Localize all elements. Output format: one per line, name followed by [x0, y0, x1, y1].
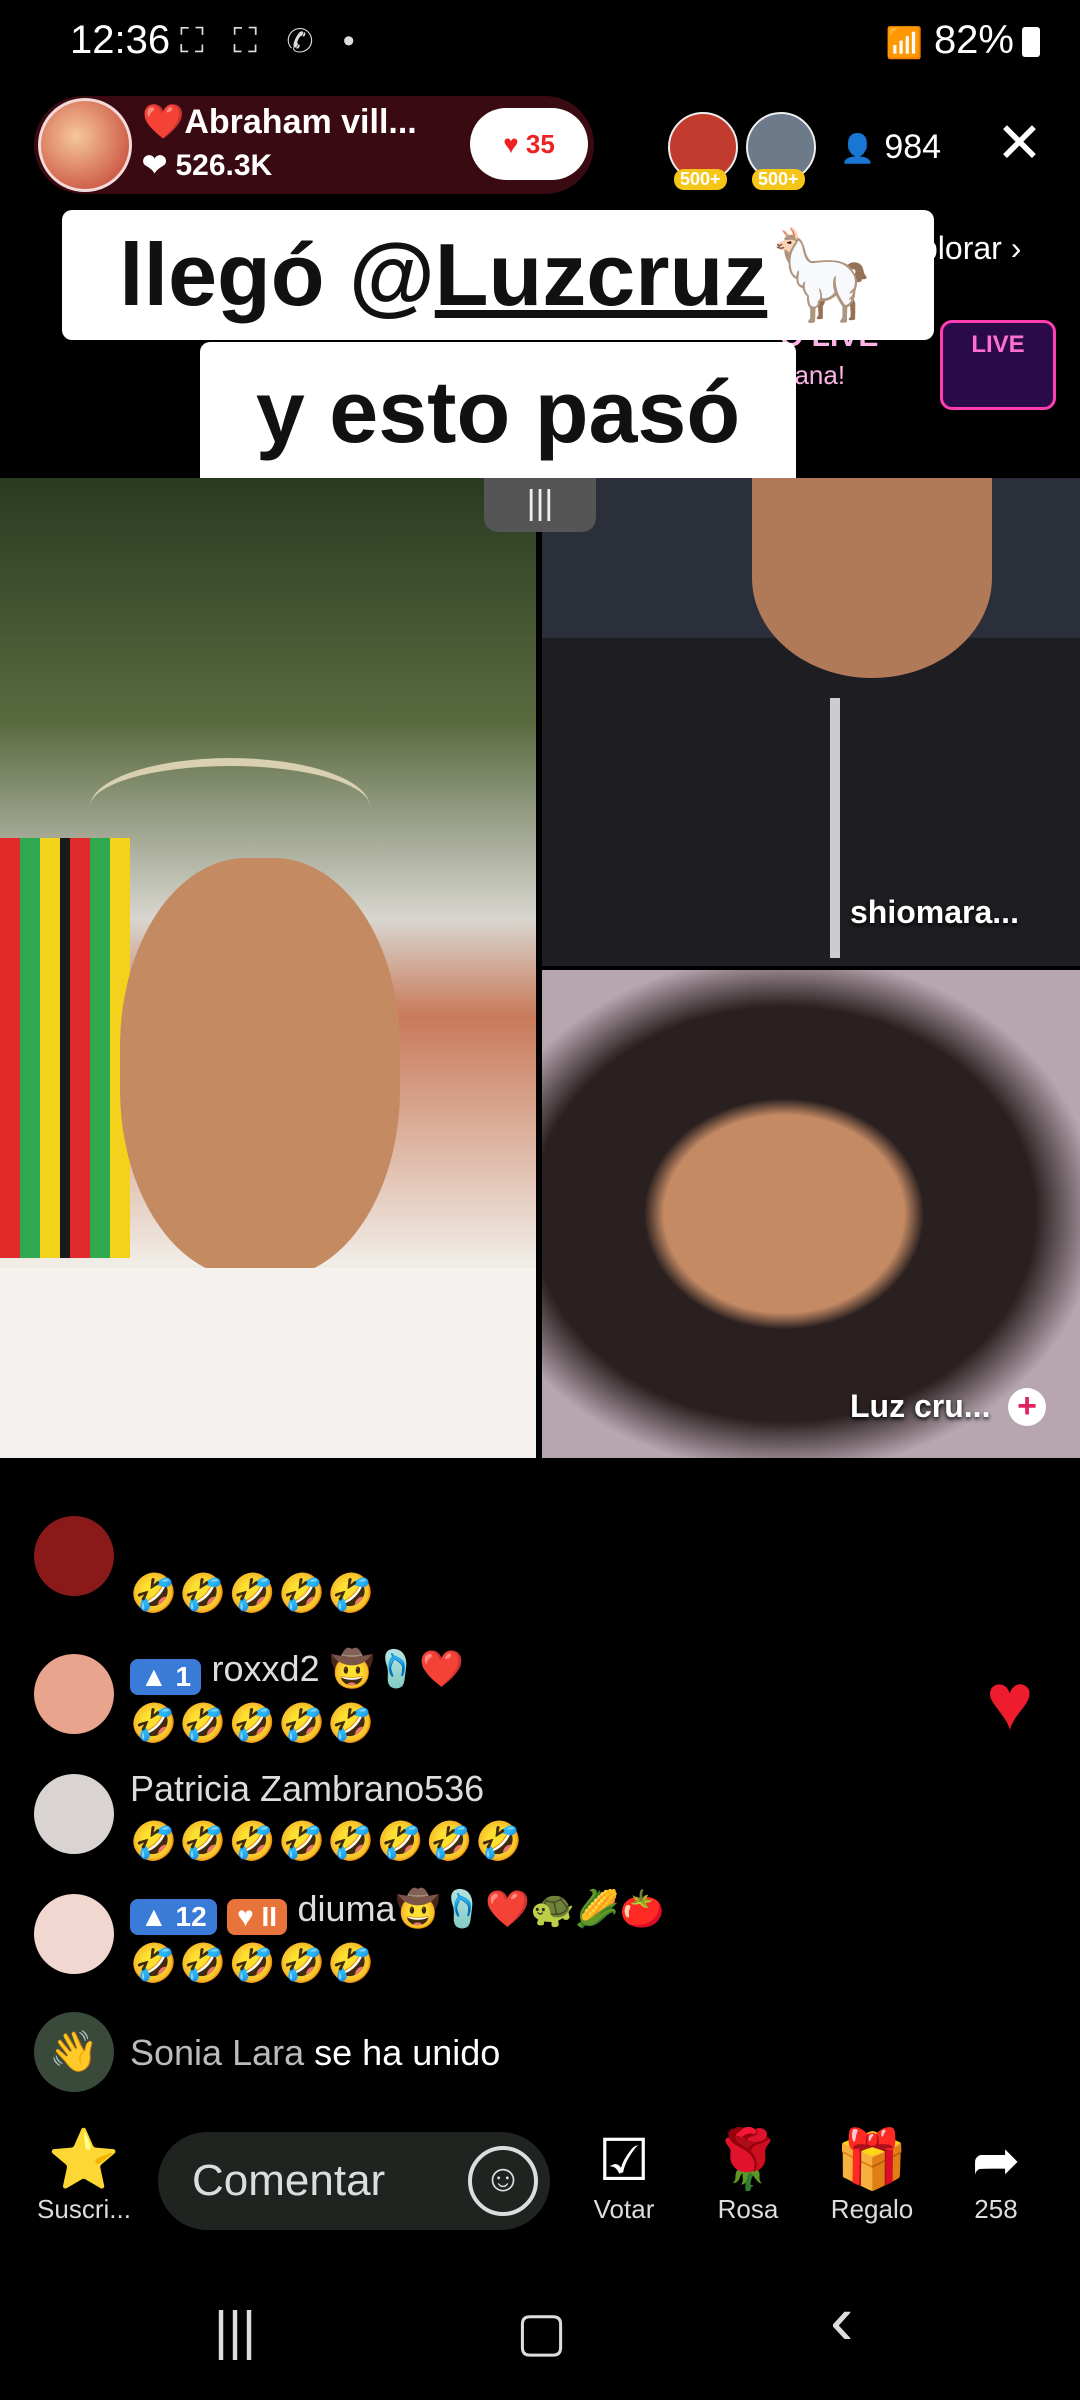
join-notice: 👋 Sonia Lara se ha unido: [34, 2012, 934, 2092]
chat-text: 🤣🤣🤣🤣🤣: [130, 1573, 377, 1615]
level-number: 1: [175, 1660, 192, 1692]
heart-count: 35: [525, 129, 555, 159]
promo-live-logo[interactable]: LIVE: [940, 320, 1056, 410]
shirt-shape: [0, 1268, 536, 1458]
close-icon[interactable]: ✕: [996, 110, 1043, 176]
host-avatar[interactable]: [38, 98, 132, 192]
add-icon[interactable]: +: [1008, 1388, 1046, 1426]
host-likes: ❤ 526.3K: [142, 149, 273, 182]
chat-avatar[interactable]: [34, 1894, 114, 1974]
host-name: ❤️Abraham vill...: [142, 103, 417, 141]
viewer-count[interactable]: 👤 984: [840, 128, 941, 167]
share-icon: ➦: [971, 2128, 1021, 2193]
caption-handle: Luzcruz: [434, 225, 768, 324]
caption-line1: llegó @Luzcruz🦙: [62, 210, 934, 340]
layout-handle-icon[interactable]: |||: [484, 478, 596, 532]
comment-input[interactable]: Comentar ☺: [158, 2132, 550, 2230]
host-face-shape: [120, 858, 400, 1278]
battery-icon: [1022, 27, 1040, 58]
guest-video-panel-1[interactable]: shiomara...: [542, 478, 1080, 966]
back-icon[interactable]: ‹: [830, 2280, 853, 2360]
join-action: se ha unido: [314, 2032, 501, 2073]
zipper-shape: [830, 698, 840, 958]
person-icon: 👤: [840, 133, 875, 164]
explore-link[interactable]: plorar ›: [920, 230, 1021, 267]
top-viewer-avatar[interactable]: 500+: [668, 112, 738, 190]
gift-button[interactable]: 🎁 Regalo: [812, 2126, 932, 2225]
fan-level: II: [261, 1900, 278, 1932]
top-viewer-avatar[interactable]: 500+: [746, 112, 816, 190]
blanket-shape: [0, 838, 130, 1258]
chat-header: ▲ 12 ♥ II diuma🤠🩴❤️🐢🌽🍅: [130, 1888, 665, 1935]
chat-text: 🤣🤣🤣🤣🤣🤣🤣🤣: [130, 1821, 525, 1863]
vote-button[interactable]: ☑ Votar: [564, 2126, 684, 2225]
follow-heart-button[interactable]: ♥ 35: [470, 108, 588, 180]
chat-avatar[interactable]: [34, 1516, 114, 1596]
llama-icon: 🦙: [767, 225, 877, 324]
signal-icon: 📶: [885, 27, 923, 60]
rose-icon: 🌹: [711, 2127, 785, 2192]
caption-line2: y esto pasó: [200, 342, 796, 488]
rose-button[interactable]: 🌹 Rosa: [688, 2126, 808, 2225]
emoji-icon[interactable]: ☺: [468, 2146, 538, 2216]
chat-text: 🤣🤣🤣🤣🤣: [130, 1703, 377, 1745]
viewer-count-text: 984: [884, 128, 942, 166]
guest-label[interactable]: Luz cru...: [850, 1388, 990, 1425]
guest-portrait-shape: [542, 970, 1080, 1458]
join-username[interactable]: Sonia Lara: [130, 2032, 304, 2073]
join-text: Sonia Lara se ha unido: [130, 2032, 500, 2074]
guest-label[interactable]: shiomara...: [850, 894, 1019, 931]
gift-label: Regalo: [830, 2194, 914, 2224]
status-time: 12:36: [70, 18, 171, 62]
star-icon: ⭐: [47, 2127, 121, 2192]
vote-label: Votar: [593, 2194, 655, 2224]
subscribe-button[interactable]: ⭐ Suscri...: [24, 2126, 144, 2225]
chat-avatar[interactable]: [34, 1774, 114, 1854]
share-button[interactable]: ➦ 258: [936, 2126, 1056, 2225]
battery-text: 82%: [933, 18, 1014, 62]
floating-heart-icon: ♥: [986, 1657, 1034, 1746]
chat-text: 🤣🤣🤣🤣🤣: [130, 1943, 377, 1985]
host-info[interactable]: ❤️Abraham vill... ❤ 526.3K ♥ 35: [34, 96, 594, 194]
level-number: 12: [175, 1900, 207, 1932]
chat-username[interactable]: roxxd2 🤠🩴❤️: [212, 1648, 465, 1689]
chat-username[interactable]: Patricia Zambrano536: [130, 1768, 484, 1810]
vote-icon: ☑: [598, 2128, 650, 2193]
guest-face-shape: [752, 478, 992, 678]
notification-icons: ⛶ ⛶ ✆ •: [180, 22, 365, 60]
level-badge: ▲ 1: [130, 1658, 202, 1695]
crown-shape: [90, 758, 370, 856]
caption-prefix: llegó @: [119, 225, 435, 324]
chat-avatar[interactable]: [34, 1654, 114, 1734]
subscribe-label: Suscri...: [37, 2194, 131, 2224]
fan-badge: ♥ II: [227, 1898, 288, 1935]
chat-header: ▲ 1 roxxd2 🤠🩴❤️: [130, 1648, 464, 1695]
chat-username[interactable]: diuma🤠🩴❤️🐢🌽🍅: [298, 1888, 665, 1929]
gift-icon: 🎁: [835, 2127, 909, 2192]
status-right: 📶 82%: [885, 18, 1040, 63]
viewer-badge: 500+: [752, 169, 805, 190]
recents-icon[interactable]: |||: [214, 2300, 256, 2362]
share-count: 258: [974, 2194, 1018, 2224]
level-badge: ▲ 12: [130, 1898, 217, 1935]
wave-icon: 👋: [34, 2012, 114, 2092]
viewer-badge: 500+: [674, 169, 727, 190]
home-icon[interactable]: ▢: [516, 2300, 567, 2363]
rose-label: Rosa: [717, 2194, 779, 2224]
host-video-panel[interactable]: [0, 478, 536, 1458]
status-bar: 12:36 ⛶ ⛶ ✆ • 📶 82%: [0, 0, 1080, 90]
comment-placeholder: Comentar: [192, 2156, 386, 2205]
guest-video-panel-2[interactable]: Luz cru... +: [542, 970, 1080, 1458]
